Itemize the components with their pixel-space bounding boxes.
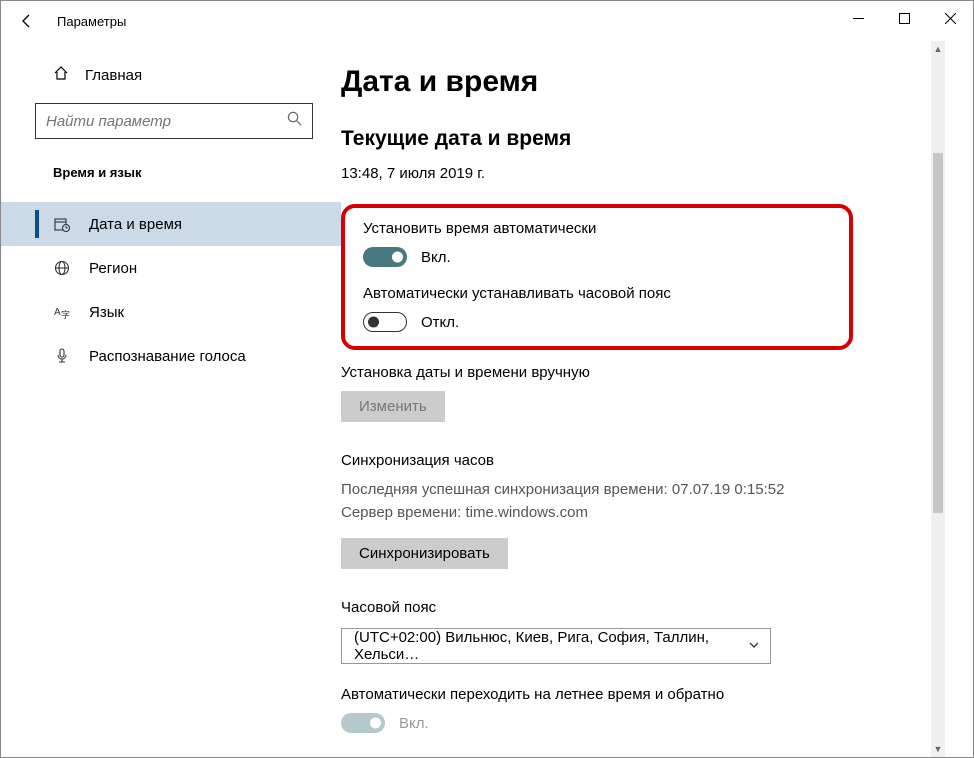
manual-set-label: Установка даты и времени вручную xyxy=(341,364,853,381)
language-icon: A字 xyxy=(53,304,71,320)
dst-label: Автоматически переходить на летнее время… xyxy=(341,686,853,703)
auto-tz-state: Откл. xyxy=(421,314,459,331)
home-link[interactable]: Главная xyxy=(35,57,313,103)
auto-time-state: Вкл. xyxy=(421,249,451,266)
search-input[interactable] xyxy=(46,113,287,130)
search-icon xyxy=(287,111,302,131)
svg-text:字: 字 xyxy=(61,309,70,320)
sync-now-button[interactable]: Синхронизировать xyxy=(341,538,508,569)
auto-time-label: Установить время автоматически xyxy=(363,220,831,237)
home-label: Главная xyxy=(85,67,142,84)
current-datetime-heading: Текущие дата и время xyxy=(341,127,853,151)
sidebar-item-label: Распознавание голоса xyxy=(89,348,246,365)
chevron-down-icon xyxy=(748,639,760,654)
sidebar-item-language[interactable]: A字 Язык xyxy=(1,290,341,334)
auto-time-toggle[interactable] xyxy=(363,247,407,267)
globe-icon xyxy=(53,260,71,276)
auto-tz-toggle[interactable] xyxy=(363,312,407,332)
sidebar-item-region[interactable]: Регион xyxy=(1,246,341,290)
search-input-wrapper[interactable] xyxy=(35,103,313,139)
scrollbar[interactable]: ▲ ▼ xyxy=(931,41,945,757)
sidebar-section: Время и язык xyxy=(35,165,313,180)
sync-heading: Синхронизация часов xyxy=(341,452,853,469)
current-datetime-value: 13:48, 7 июля 2019 г. xyxy=(341,165,853,182)
sidebar-item-datetime[interactable]: Дата и время xyxy=(1,202,341,246)
scroll-up-arrow[interactable]: ▲ xyxy=(931,41,945,57)
back-button[interactable] xyxy=(19,13,47,29)
scroll-down-arrow[interactable]: ▼ xyxy=(931,741,945,757)
sidebar-item-label: Язык xyxy=(89,304,124,321)
minimize-button[interactable] xyxy=(835,1,881,35)
timezone-dropdown[interactable]: (UTC+02:00) Вильнюс, Киев, Рига, София, … xyxy=(341,628,771,664)
change-button: Изменить xyxy=(341,391,445,422)
home-icon xyxy=(53,65,69,85)
close-button[interactable] xyxy=(927,1,973,35)
tz-heading: Часовой пояс xyxy=(341,599,853,616)
scrollbar-thumb[interactable] xyxy=(933,153,943,513)
sidebar-item-label: Регион xyxy=(89,260,137,277)
calendar-clock-icon xyxy=(53,216,71,232)
maximize-button[interactable] xyxy=(881,1,927,35)
dst-state: Вкл. xyxy=(399,715,429,732)
timezone-value: (UTC+02:00) Вильнюс, Киев, Рига, София, … xyxy=(354,629,748,663)
svg-text:A: A xyxy=(54,307,61,318)
window-title: Параметры xyxy=(57,14,126,29)
sidebar-item-label: Дата и время xyxy=(89,216,182,233)
auto-tz-label: Автоматически устанавливать часовой пояс xyxy=(363,285,831,302)
sync-server: Сервер времени: time.windows.com xyxy=(341,502,853,525)
sidebar-item-speech[interactable]: Распознавание голоса xyxy=(1,334,341,378)
page-title: Дата и время xyxy=(341,65,853,99)
dst-toggle[interactable] xyxy=(341,713,385,733)
highlight-annotation: Установить время автоматически Вкл. Авто… xyxy=(341,204,853,350)
sync-last: Последняя успешная синхронизация времени… xyxy=(341,479,853,502)
microphone-icon xyxy=(53,348,71,364)
